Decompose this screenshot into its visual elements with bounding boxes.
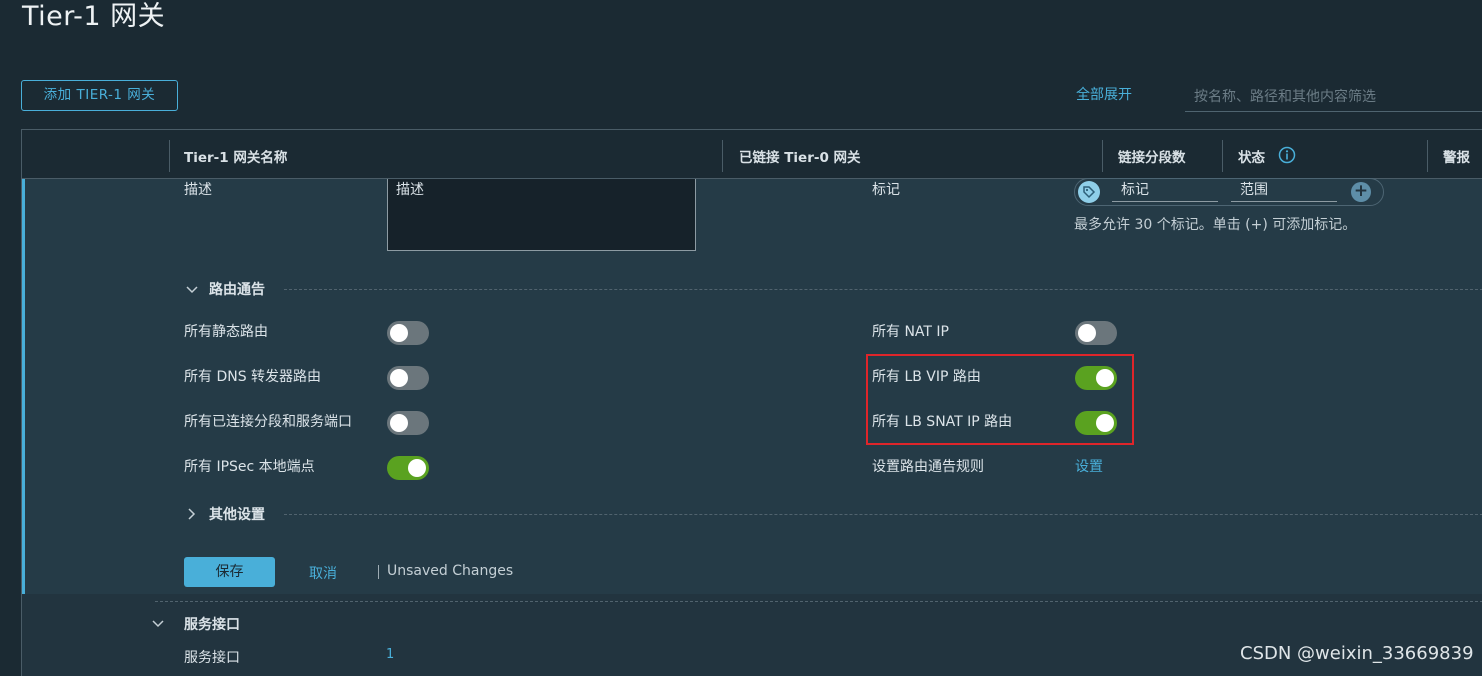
tag-input[interactable]: 标记 (1112, 180, 1218, 202)
watermark: CSDN @weixin_33669839 (1240, 643, 1474, 664)
service-interfaces-label: 服务接口 (184, 650, 240, 666)
service-interfaces-title[interactable]: 服务接口 (184, 614, 240, 634)
expand-all-link[interactable]: 全部展开 (1076, 84, 1132, 104)
info-icon[interactable] (1278, 146, 1296, 164)
toggle-label: 所有静态路由 (184, 324, 268, 340)
column-header-name[interactable]: Tier-1 网关名称 (184, 146, 287, 166)
scope-input[interactable]: 范围 (1231, 180, 1337, 202)
column-header-segments[interactable]: 链接分段数 (1118, 146, 1186, 166)
chevron-right-icon[interactable] (185, 507, 199, 521)
unsaved-changes-label: Unsaved Changes (387, 563, 514, 579)
grid-header: Tier-1 网关名称 已链接 Tier-0 网关 链接分段数 状态 警报 (22, 130, 1482, 179)
route-advertisement-title[interactable]: 路由通告 (209, 279, 265, 299)
add-tier1-gateway-button[interactable]: 添加 TIER-1 网关 (21, 80, 178, 111)
filter-input[interactable] (1185, 82, 1482, 112)
column-separator (722, 140, 723, 172)
expanded-row-indicator (22, 179, 25, 594)
tag-icon (1078, 181, 1100, 203)
save-button[interactable]: 保存 (184, 557, 275, 587)
column-header-tier0[interactable]: 已链接 Tier-0 网关 (739, 146, 861, 166)
section-divider (155, 601, 1482, 602)
section-divider (284, 514, 1482, 515)
column-separator (1427, 140, 1428, 172)
column-separator (1222, 140, 1223, 172)
tags-label: 标记 (872, 182, 900, 198)
gateway-detail-panel: 描述 描述 标记 标记 范围 + 最多允许 30 个标记。单击 (+) 可添加标… (22, 178, 1482, 594)
static-routes-toggle[interactable] (387, 321, 429, 345)
cancel-button[interactable]: 取消 (309, 563, 337, 583)
toggle-label: 所有 DNS 转发器路由 (184, 369, 322, 385)
toggle-label: 所有 NAT IP (872, 324, 949, 340)
description-field[interactable]: 描述 (387, 179, 696, 251)
set-rules-link[interactable]: 设置 (1075, 456, 1103, 476)
dns-forwarder-routes-toggle[interactable] (387, 366, 429, 390)
connected-segments-toggle[interactable] (387, 411, 429, 435)
highlight-box (866, 354, 1134, 445)
column-header-status[interactable]: 状态 (1238, 146, 1265, 166)
column-separator (169, 140, 170, 172)
page-title: Tier-1 网关 (22, 1, 166, 32)
tag-editor: 标记 范围 + (1074, 178, 1384, 206)
description-label: 描述 (184, 182, 212, 198)
toggle-label: 所有已连接分段和服务端口 (184, 414, 352, 430)
route-rules-label: 设置路由通告规则 (872, 459, 984, 475)
nat-ip-toggle[interactable] (1075, 321, 1117, 345)
chevron-down-icon[interactable] (151, 617, 165, 631)
toggle-label: 所有 IPSec 本地端点 (184, 459, 315, 475)
service-interfaces-count-link[interactable]: 1 (386, 647, 394, 662)
tags-hint: 最多允许 30 个标记。单击 (+) 可添加标记。 (1074, 217, 1357, 233)
ipsec-endpoints-toggle[interactable] (387, 456, 429, 480)
gateway-grid: Tier-1 网关名称 已链接 Tier-0 网关 链接分段数 状态 警报 描述… (21, 129, 1482, 676)
chevron-down-icon[interactable] (185, 283, 199, 297)
column-separator (1102, 140, 1103, 172)
section-divider (284, 289, 1482, 290)
add-tag-icon[interactable]: + (1351, 182, 1371, 202)
other-settings-title[interactable]: 其他设置 (209, 504, 265, 524)
unsaved-changes-text: Unsaved Changes (378, 563, 513, 579)
column-header-alarms[interactable]: 警报 (1443, 146, 1470, 166)
